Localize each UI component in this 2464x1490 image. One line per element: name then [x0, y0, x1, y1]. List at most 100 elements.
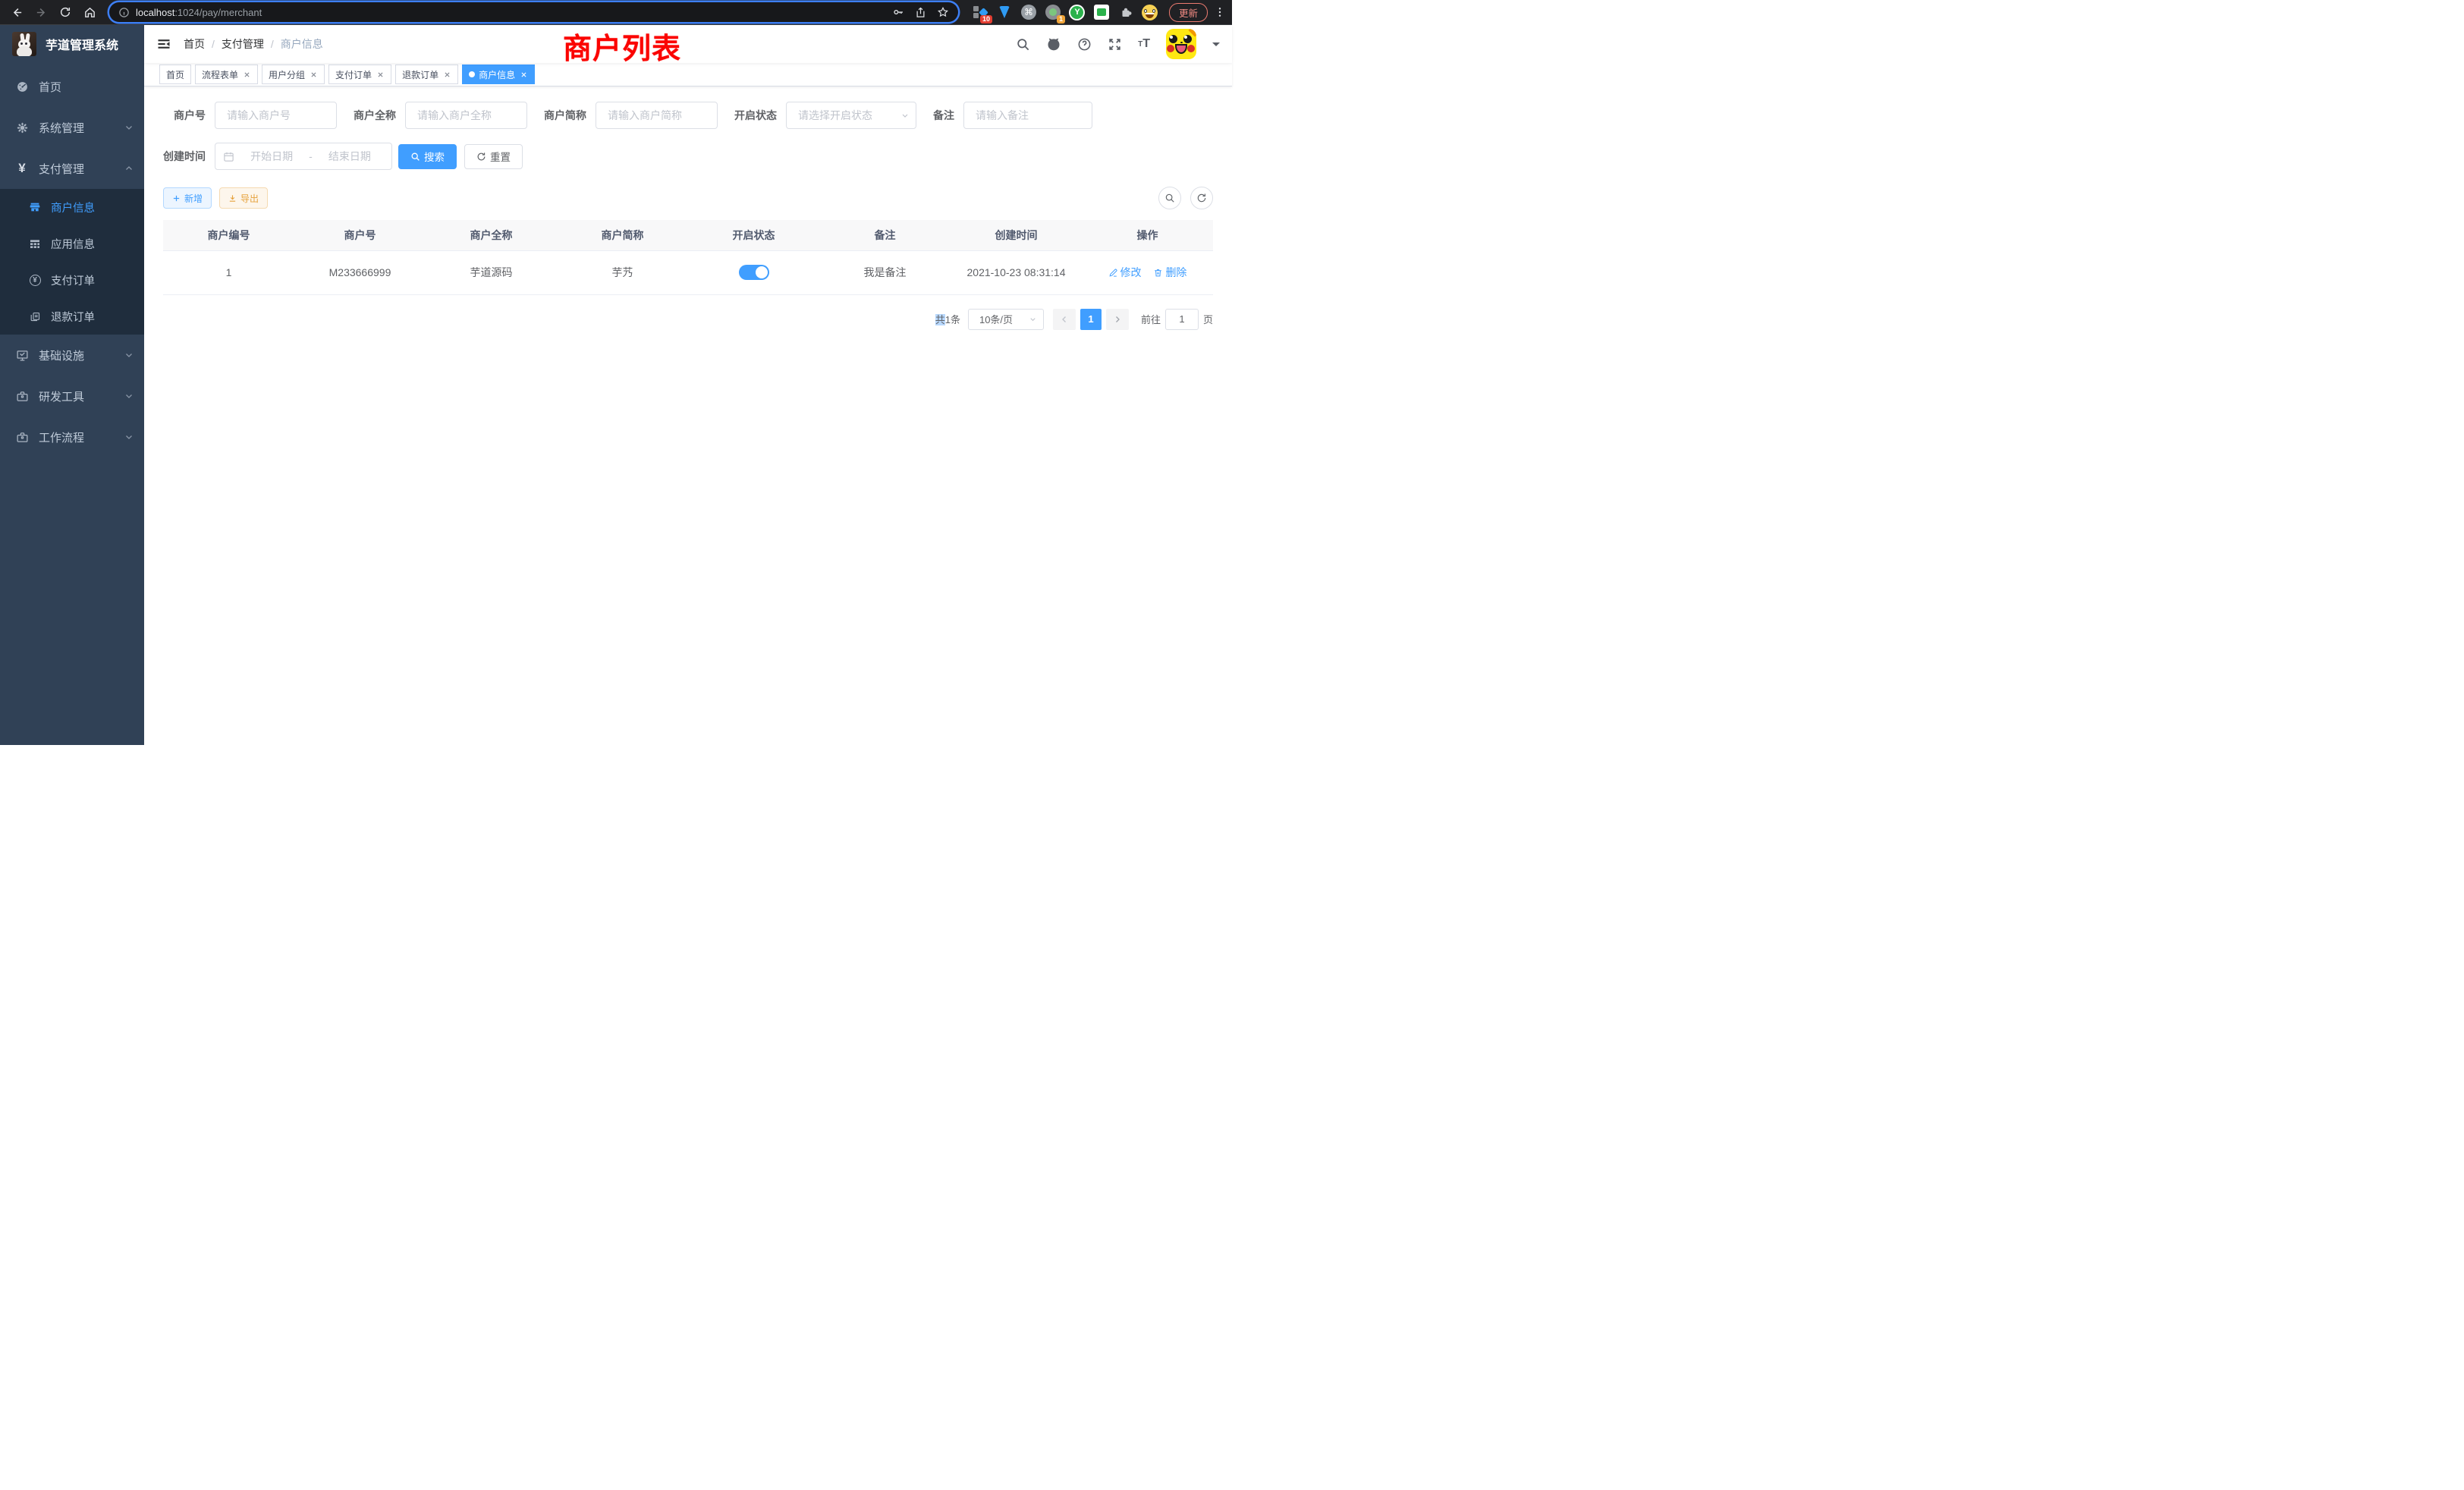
next-page-button[interactable] — [1106, 309, 1129, 330]
col-merchant-id: 商户编号 — [163, 220, 294, 250]
breadcrumb-home[interactable]: 首页 — [184, 36, 205, 52]
tab-refund-order[interactable]: 退款订单 — [395, 64, 458, 84]
page-size-select[interactable]: 10条/页 — [968, 309, 1044, 330]
briefcase-icon — [15, 389, 29, 403]
info-icon[interactable] — [118, 7, 130, 18]
status-toggle[interactable] — [739, 265, 769, 280]
monitor-icon — [15, 348, 29, 362]
cell-status — [688, 250, 819, 294]
app-title: 芋道管理系统 — [46, 35, 118, 53]
breadcrumb-payment[interactable]: 支付管理 — [222, 36, 264, 52]
pagination-total: 共1条 — [935, 312, 960, 326]
cell-merchant-no: M233666999 — [294, 250, 426, 294]
sidebar-item-merchant-info[interactable]: 商户信息 — [0, 189, 144, 225]
date-range-picker[interactable]: 开始日期 - 结束日期 — [215, 143, 392, 170]
browser-reload-icon[interactable] — [55, 2, 76, 23]
col-actions: 操作 — [1082, 220, 1213, 250]
avatar-caret-icon[interactable] — [1212, 42, 1220, 50]
close-icon[interactable] — [376, 70, 385, 79]
cell-full-name: 芋道源码 — [426, 250, 557, 294]
add-button[interactable]: 新增 — [163, 187, 212, 209]
sidebar-item-workflow[interactable]: 工作流程 — [0, 417, 144, 457]
sidebar-item-app-info[interactable]: 应用信息 — [0, 225, 144, 262]
sidebar-item-refund-order[interactable]: 退款订单 — [0, 298, 144, 335]
tab-merchant-info[interactable]: 商户信息 — [462, 64, 535, 84]
font-size-icon[interactable]: TT — [1138, 37, 1150, 51]
download-icon — [228, 194, 237, 203]
cell-merchant-id: 1 — [163, 250, 294, 294]
status-select[interactable]: 请选择开启状态 — [786, 102, 916, 129]
browser-forward-icon[interactable] — [30, 2, 52, 23]
grid-icon — [29, 237, 41, 250]
yen-icon: ¥ — [15, 162, 29, 175]
extension-status-icon[interactable]: 1 — [1045, 4, 1061, 20]
merchant-fullname-input[interactable] — [405, 102, 527, 129]
close-icon[interactable] — [242, 70, 251, 79]
tab-user-group[interactable]: 用户分组 — [262, 64, 325, 84]
merchant-shortname-input[interactable] — [596, 102, 718, 129]
merchant-no-label: 商户号 — [174, 108, 215, 123]
cell-remark: 我是备注 — [819, 250, 951, 294]
extension-chat-icon[interactable] — [1093, 4, 1110, 20]
calendar-icon — [223, 151, 234, 162]
bookmark-star-icon[interactable] — [937, 6, 949, 18]
github-icon[interactable] — [1046, 36, 1061, 52]
refresh-table-button[interactable] — [1190, 187, 1213, 209]
extension-command-icon[interactable]: ⌘ — [1020, 4, 1037, 20]
extensions-puzzle-icon[interactable] — [1117, 4, 1134, 20]
edit-link[interactable]: 修改 — [1108, 265, 1142, 280]
reset-button[interactable]: 重置 — [464, 144, 523, 169]
tab-pay-order[interactable]: 支付订单 — [328, 64, 391, 84]
sidebar-item-infra[interactable]: 基础设施 — [0, 335, 144, 376]
help-icon[interactable] — [1077, 37, 1092, 52]
sidebar-item-payment[interactable]: ¥ 支付管理 — [0, 148, 144, 189]
close-icon[interactable] — [309, 70, 318, 79]
merchant-shortname-label: 商户简称 — [544, 108, 596, 123]
table-toolbar: 新增 导出 — [163, 187, 1213, 209]
close-icon[interactable] — [519, 70, 528, 79]
password-key-icon[interactable] — [892, 6, 904, 18]
docs-icon — [29, 310, 41, 322]
merchant-no-input[interactable] — [215, 102, 337, 129]
sidebar-item-home[interactable]: 首页 — [0, 66, 144, 107]
sidebar-item-system[interactable]: 系统管理 — [0, 107, 144, 148]
chevron-down-icon — [900, 111, 910, 120]
fullscreen-icon[interactable] — [1108, 37, 1122, 52]
chevron-down-icon — [1029, 315, 1037, 323]
gear-icon — [15, 121, 29, 134]
active-dot — [469, 71, 475, 77]
prev-page-button[interactable] — [1053, 309, 1076, 330]
goto-page-input[interactable] — [1165, 309, 1199, 330]
col-short-name: 商户简称 — [557, 220, 688, 250]
extension-blocks-icon[interactable]: 10 — [972, 4, 988, 20]
delete-link[interactable]: 删除 — [1153, 265, 1186, 280]
remark-input[interactable] — [963, 102, 1092, 129]
sidebar-item-dev-tools[interactable]: 研发工具 — [0, 376, 144, 417]
extension-y-icon[interactable]: Y — [1069, 4, 1086, 20]
show-search-toggle-button[interactable] — [1158, 187, 1181, 209]
tab-home[interactable]: 首页 — [159, 64, 191, 84]
chevron-down-icon — [124, 432, 134, 442]
shop-icon — [29, 201, 41, 213]
tab-process-form[interactable]: 流程表单 — [195, 64, 258, 84]
extension-emoji-icon[interactable] — [1142, 4, 1158, 20]
search-icon[interactable] — [1016, 37, 1030, 52]
sidebar-item-pay-order[interactable]: ¥ 支付订单 — [0, 262, 144, 298]
avatar[interactable] — [1166, 29, 1196, 59]
export-button[interactable]: 导出 — [219, 187, 268, 209]
search-button[interactable]: 搜索 — [398, 144, 457, 169]
sidebar-collapse-icon[interactable] — [156, 36, 171, 52]
trash-icon — [1153, 268, 1163, 278]
page-number-current[interactable]: 1 — [1080, 309, 1102, 330]
app-logo-row[interactable]: 芋道管理系统 — [0, 25, 144, 63]
address-bar[interactable]: localhost:1024/pay/merchant — [109, 2, 958, 22]
browser-update-button[interactable]: 更新 — [1169, 3, 1208, 22]
search-icon — [410, 152, 420, 162]
browser-home-icon[interactable] — [79, 2, 100, 23]
extension-pin-icon[interactable] — [996, 4, 1013, 20]
close-icon[interactable] — [442, 70, 451, 79]
browser-back-icon[interactable] — [6, 2, 27, 23]
share-icon[interactable] — [915, 7, 926, 18]
browser-menu-icon[interactable] — [1214, 6, 1226, 18]
filter-row-1: 商户号 商户全称 商户简称 开启状态 请选择开启状态 — [174, 102, 1213, 129]
